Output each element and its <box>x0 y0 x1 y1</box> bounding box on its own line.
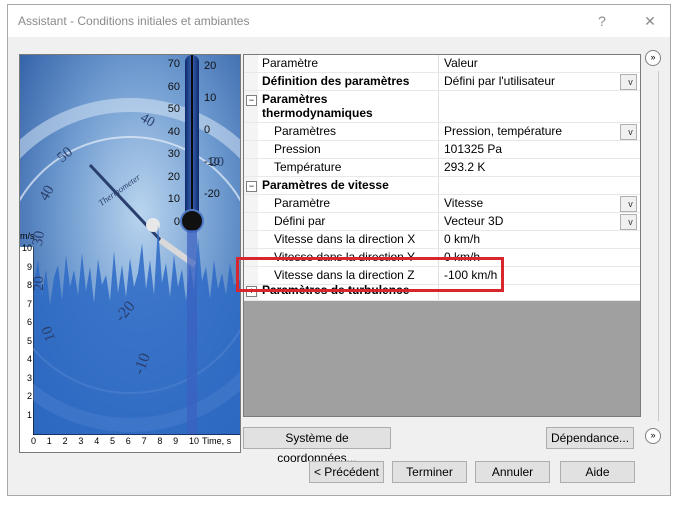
y-tick: 4 <box>26 354 32 364</box>
thermo-tick: 10 <box>204 92 217 104</box>
grid-row-thermo-group[interactable]: − Paramètres thermodynamiques <box>244 91 640 123</box>
property-grid: Paramètre Valeur Définition des paramètr… <box>243 54 641 417</box>
thermo-right-scale: 20 10 0 -10 -20 <box>204 60 234 220</box>
x-tick: 1 <box>46 436 52 446</box>
row-param: Paramètres thermodynamiques <box>258 91 439 122</box>
x-tick: 6 <box>125 436 131 446</box>
row-value: Vecteur 3D <box>444 214 504 228</box>
x-tick: 9 <box>173 436 179 446</box>
x-tick: 8 <box>157 436 163 446</box>
grid-row-temperature[interactable]: Température 293.2 K <box>244 159 640 177</box>
dropdown-button[interactable]: v <box>620 214 637 230</box>
x-tick: 4 <box>94 436 100 446</box>
header-value: Valeur <box>444 56 478 70</box>
chevron-down-icon: v <box>628 199 633 209</box>
thermo-tick: 0 <box>173 215 180 228</box>
row-value: 293.2 K <box>444 160 486 174</box>
header-param: Paramètre <box>258 55 439 72</box>
row-value: 101325 Pa <box>444 142 503 156</box>
y-tick: 9 <box>26 261 32 272</box>
grid-header-row: Paramètre Valeur <box>244 55 640 73</box>
finish-button[interactable]: Terminer <box>392 461 467 483</box>
chevron-down-icon: v <box>628 77 633 87</box>
row-value: Défini par l'utilisateur <box>444 74 556 88</box>
row-param: Définition des paramètres <box>258 73 439 90</box>
thermo-tick: 70 <box>167 58 180 70</box>
thermo-tick: 20 <box>167 170 180 183</box>
y-tick: 1 <box>26 409 32 420</box>
y-tick: 3 <box>26 372 32 383</box>
grid-row-velocity-x[interactable]: Vitesse dans la direction X 0 km/h <box>244 231 640 249</box>
collapse-icon[interactable]: − <box>246 95 257 106</box>
row-param: Pression <box>258 141 439 158</box>
scroll-track <box>658 71 659 421</box>
y-tick: 5 <box>26 335 32 346</box>
title-bar: Assistant - Conditions initiales et ambi… <box>8 5 670 37</box>
y-axis-ticks: 10 9 8 7 6 5 4 3 2 1 <box>21 243 32 428</box>
row-param: Température <box>258 159 439 176</box>
row-param: Défini par <box>258 213 439 230</box>
thermo-tick: 20 <box>204 60 217 72</box>
row-param: Vitesse dans la direction X <box>258 231 439 248</box>
grid-row-thermo-params[interactable]: Paramètres Pression, température v <box>244 123 640 141</box>
collapse-icon[interactable]: − <box>246 181 257 192</box>
y-axis-unit: m/s <box>20 231 35 241</box>
grid-row-pressure[interactable]: Pression 101325 Pa <box>244 141 640 159</box>
x-axis-ticks: 0 1 2 3 4 5 6 7 8 9 10 Time, s <box>31 436 231 450</box>
x-tick: 10 <box>188 436 199 446</box>
thermo-tick: 60 <box>167 80 180 93</box>
row-value: 0 km/h <box>444 232 481 246</box>
wizard-window: Assistant - Conditions initiales et ambi… <box>7 4 671 496</box>
thermo-tick: 50 <box>167 103 180 115</box>
dependency-button[interactable]: Dépendance... <box>546 427 634 449</box>
row-value: Vitesse <box>444 196 484 210</box>
side-nav-top-icon[interactable]: » <box>645 50 661 66</box>
illustration-panel: 70 60 50 40 30 20 10 0 20 10 0 -10 -20 5… <box>19 54 241 453</box>
window-title: Assistant - Conditions initiales et ambi… <box>18 14 250 28</box>
y-tick: 2 <box>26 391 32 401</box>
y-tick: 7 <box>26 298 32 309</box>
row-value: Pression, température <box>444 124 563 138</box>
grid-row-defined-by[interactable]: Défini par Vecteur 3D v <box>244 213 640 231</box>
chevron-down-icon: v <box>628 127 633 137</box>
row-param: Paramètres de vitesse <box>258 177 439 194</box>
dial-number: 20 <box>31 276 47 291</box>
x-axis-unit: Time, s <box>201 436 232 446</box>
x-tick: 7 <box>141 436 147 446</box>
dropdown-button[interactable]: v <box>620 196 637 212</box>
x-tick: 0 <box>31 436 37 446</box>
y-tick: 8 <box>26 280 32 290</box>
grid-row-velocity-param[interactable]: Paramètre Vitesse v <box>244 195 640 213</box>
thermo-tick: 10 <box>167 193 180 205</box>
row-param: Paramètres <box>258 123 439 140</box>
close-icon[interactable]: ✕ <box>640 11 660 31</box>
grid-row-velocity-group[interactable]: − Paramètres de vitesse <box>244 177 640 195</box>
thermo-left-scale: 70 60 50 40 30 20 10 0 <box>158 58 180 238</box>
help-icon[interactable]: ? <box>592 11 612 31</box>
help-button[interactable]: Aide <box>560 461 635 483</box>
dial-number: 20 <box>210 155 224 170</box>
highlight-box <box>236 257 504 292</box>
previous-button[interactable]: < Précédent <box>309 461 384 483</box>
y-tick: 6 <box>26 317 32 327</box>
grid-row-definition[interactable]: Définition des paramètres Défini par l'u… <box>244 73 640 91</box>
thermo-tick: 40 <box>167 125 180 138</box>
side-nav-bottom-icon[interactable]: » <box>645 428 661 444</box>
dropdown-button[interactable]: v <box>620 74 637 90</box>
thermo-tick: 30 <box>167 148 180 160</box>
coordinate-system-button[interactable]: Système de coordonnées... <box>243 427 391 465</box>
y-tick: 10 <box>21 243 32 253</box>
x-tick: 3 <box>78 436 84 446</box>
cancel-button[interactable]: Annuler <box>475 461 550 483</box>
x-tick: 5 <box>109 436 115 446</box>
row-param: Paramètre <box>258 195 439 212</box>
chevron-down-icon: v <box>628 217 633 227</box>
x-tick: 2 <box>62 436 68 446</box>
dropdown-button[interactable]: v <box>620 124 637 140</box>
thermo-tick: 0 <box>204 124 211 136</box>
thermo-tick: -20 <box>204 188 220 200</box>
